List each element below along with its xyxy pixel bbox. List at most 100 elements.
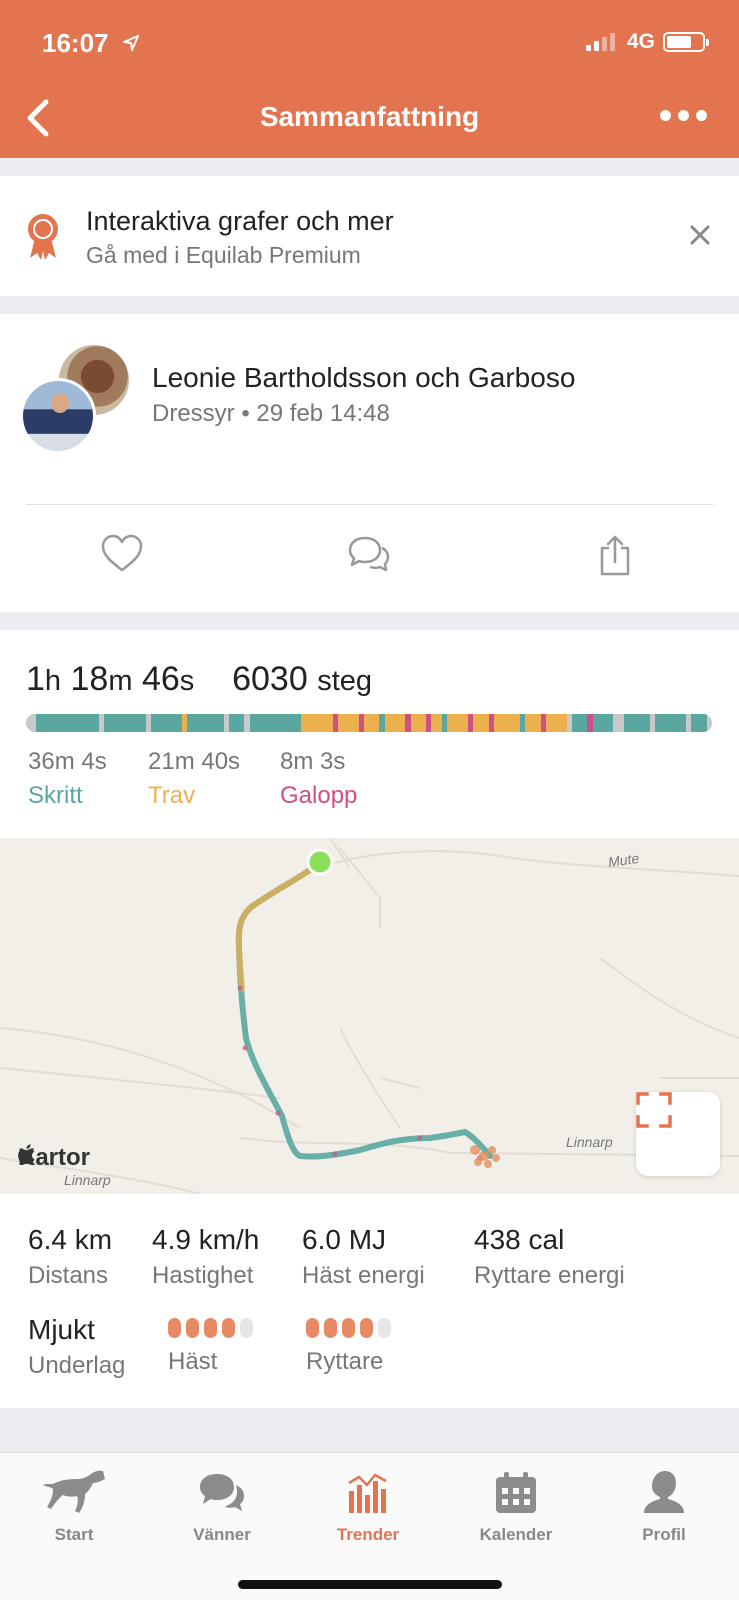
premium-title: Interaktiva grafer och mer [86,206,394,236]
bottom-tab-bar: Start Vänner Trender Kalender Profil [0,1452,739,1600]
tab-friends[interactable]: Vänner [162,1465,282,1545]
tab-profile[interactable]: Profil [604,1465,724,1545]
intensity-dot [204,1318,217,1338]
canter-duration: 8m 3s [280,748,346,775]
gait-segment [337,714,359,732]
comment-button[interactable] [346,534,392,579]
status-time: 16:07 [42,28,109,58]
step-count: 6030 [232,660,308,698]
tab-start-label: Start [54,1525,94,1544]
tab-start[interactable]: Start [14,1465,134,1545]
bar-chart-icon [348,1473,387,1513]
gait-segment [384,714,406,732]
battery-icon [663,32,709,52]
meta-separator: • [241,400,257,427]
activity-type: Dressyr [152,400,235,427]
premium-banner[interactable]: Interaktiva grafer och mer Gå med i Equi… [0,176,739,296]
status-indicators: 4G [585,30,709,54]
rider-avatar[interactable] [20,378,96,454]
speed-value: 4.9 km/h [152,1224,260,1255]
gait-segment [473,714,489,732]
gait-segment [187,714,224,732]
horse-intensity-label: Häst [168,1348,218,1375]
close-banner-button[interactable] [689,224,711,251]
like-button[interactable] [100,534,144,579]
gait-segment [150,714,182,732]
comment-bubbles-icon [348,536,390,572]
metric-horse-intensity: Häst [168,1314,253,1376]
rider-intensity-dots [306,1314,391,1342]
canter-label: Galopp [280,782,358,809]
start-marker [306,848,334,876]
distance-value: 6.4 km [28,1224,113,1255]
horse-icon [43,1470,105,1513]
fullscreen-icon [636,1092,672,1128]
rider-energy-label: Ryttare energi [474,1262,625,1289]
gait-segment [524,714,541,732]
map-label-linnarp: Linnarp [566,1134,613,1150]
gait-segment [592,714,614,732]
duration-seconds: 46 [141,660,180,698]
gait-segment [103,714,146,732]
gait-segment [706,714,712,732]
walk-label: Skritt [28,782,83,809]
gait-segment [447,714,468,732]
activity-date: 29 feb 14:48 [256,400,390,427]
page-title: Sammanfattning [259,101,480,132]
gait-segment [431,714,442,732]
route-map[interactable]: Mute Linnarp Linnarp Kartor [0,838,739,1194]
tab-calendar[interactable]: Kalender [456,1465,576,1545]
gait-segment [249,714,302,732]
metric-rider-energy: 438 cal Ryttare energi [474,1224,625,1290]
gait-segment [571,714,588,732]
horse-energy-value: 6.0 MJ [302,1224,387,1255]
speed-label: Hastighet [152,1262,254,1289]
award-ribbon-icon [28,214,58,260]
activity-actions [0,534,739,594]
more-options-button[interactable] [660,110,707,121]
activity-title[interactable]: Leonie Bartholdsson och Garboso [152,362,575,394]
gait-segment [493,714,520,732]
gait-walk: 36m 4s Skritt [28,748,107,810]
intensity-dot [306,1318,319,1338]
map-canvas [0,838,739,1194]
gait-segment [36,714,99,732]
share-icon [600,535,630,576]
rider-intensity-label: Ryttare [306,1348,384,1375]
duration-hours: 1 [26,660,45,698]
hours-unit: h [44,665,62,697]
ground-value: Mjukt [28,1314,95,1345]
gait-segment [691,714,707,732]
tab-trends-label: Trender [336,1525,400,1544]
apple-logo-icon [18,1144,35,1165]
ride-summary-card: 1h 18m 46s 6030 steg 36m 4s Skritt 21m 4… [0,630,739,1408]
map-brand: Kartor [18,1144,90,1172]
tab-calendar-label: Kalender [479,1525,553,1544]
metric-horse-energy: 6.0 MJ Häst energi [302,1224,425,1290]
share-button[interactable] [598,534,632,581]
seconds-unit: s [179,665,195,697]
intensity-dot [186,1318,199,1338]
intensity-dot [168,1318,181,1338]
metric-distance: 6.4 km Distans [28,1224,112,1290]
ground-label: Underlag [28,1352,126,1379]
fullscreen-map-button[interactable] [636,1092,720,1176]
intensity-dot [378,1318,391,1338]
tab-trends[interactable]: Trender [308,1465,428,1545]
more-dot-icon [678,110,689,121]
divider [26,504,713,505]
intensity-dot [240,1318,253,1338]
person-icon [644,1471,684,1513]
gait-segment [26,714,37,732]
tab-friends-label: Vänner [193,1525,251,1544]
metric-ground: Mjukt Underlag [28,1314,125,1380]
trot-duration: 21m 40s [148,748,241,775]
walk-duration: 36m 4s [28,748,107,775]
network-type: 4G [626,30,655,53]
gait-segment [613,714,624,732]
gait-segment [410,714,427,732]
metric-speed: 4.9 km/h Hastighet [152,1224,259,1290]
steps-unit: steg [317,665,373,697]
map-label-linnarp-2: Linnarp [64,1172,111,1188]
duration-minutes: 18 [70,660,109,698]
